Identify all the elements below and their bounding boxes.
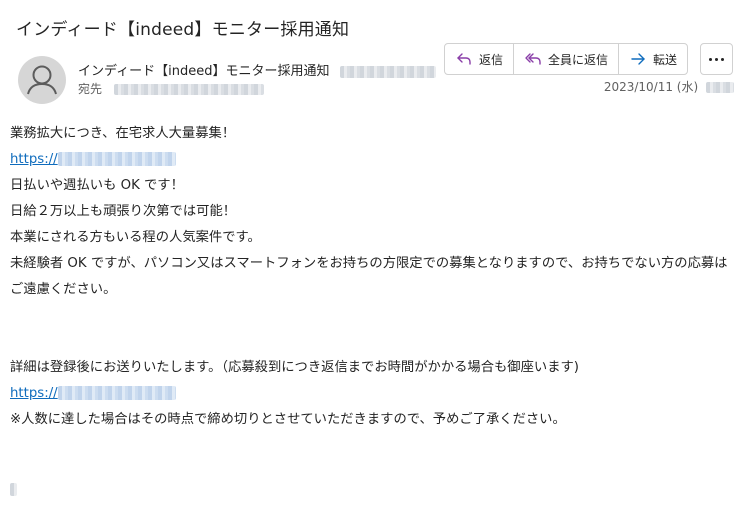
recipient-address-redacted [113,84,264,95]
reply-all-button[interactable]: 全員に返信 [514,44,620,74]
body-line: 日払いや週払いも OK です！ [10,178,184,193]
body-link[interactable]: https:// [10,152,176,167]
forward-label: 転送 [653,52,678,67]
sender-avatar[interactable] [18,56,66,104]
email-body: 業務拡大につき、在宅求人大量募集！ https:// 日払いや週払いも OK で… [10,121,738,433]
received-date: 2023/10/11 (水) [604,78,734,95]
more-dot [715,57,718,61]
link-url-redacted [57,386,176,400]
body-line: 業務拡大につき、在宅求人大量募集！ [10,126,236,141]
person-icon [27,65,57,95]
body-line: 詳細は登録後にお送りいたします。（応募殺到につき返信までお時間がかかる場合も御座… [10,360,579,375]
message-actions-toolbar: 返信 全員に返信 転送 [444,43,689,75]
sender-line: インディード【indeed】モニター採用通知 [78,60,436,79]
date-text: 2023/10/11 (水) [603,80,699,94]
body-link-line: https:// [10,381,738,407]
link-url-redacted [57,152,176,166]
body-line: 未経験者 OK ですが、パソコン又はスマートフォンをお持ちの方限定での募集となり… [10,256,728,297]
body-line: 日給２万以上も頑張り次第では可能！ [10,204,237,219]
body-link[interactable]: https:// [10,386,176,401]
more-options-button[interactable] [700,43,733,75]
recipient-line: 宛先 [78,80,264,97]
more-dot [721,57,724,61]
forward-button[interactable]: 転送 [619,44,687,74]
link-prefix: https:// [10,386,58,401]
reply-icon [455,50,473,68]
body-link-line: https:// [10,147,738,173]
reply-button[interactable]: 返信 [445,44,515,74]
signature-redacted [10,483,17,496]
sender-name[interactable]: インディード【indeed】モニター採用通知 [78,64,329,79]
time-redacted [706,82,734,93]
body-line: ※人数に達した場合はその時点で締め切りとさせていただきますので、予めご了承くださ… [10,412,566,427]
recipient-label: 宛先 [78,82,103,96]
email-subject: インディード【indeed】モニター採用通知 [16,20,350,40]
reply-all-icon [524,50,542,68]
reply-all-label: 全員に返信 [548,52,609,67]
forward-icon [629,50,647,68]
link-prefix: https:// [10,152,58,167]
more-options-icon [709,57,712,61]
reply-label: 返信 [479,52,504,67]
sender-address-redacted [339,65,436,78]
body-line: 本業にされる方もいる程の人気案件です。 [10,230,261,245]
